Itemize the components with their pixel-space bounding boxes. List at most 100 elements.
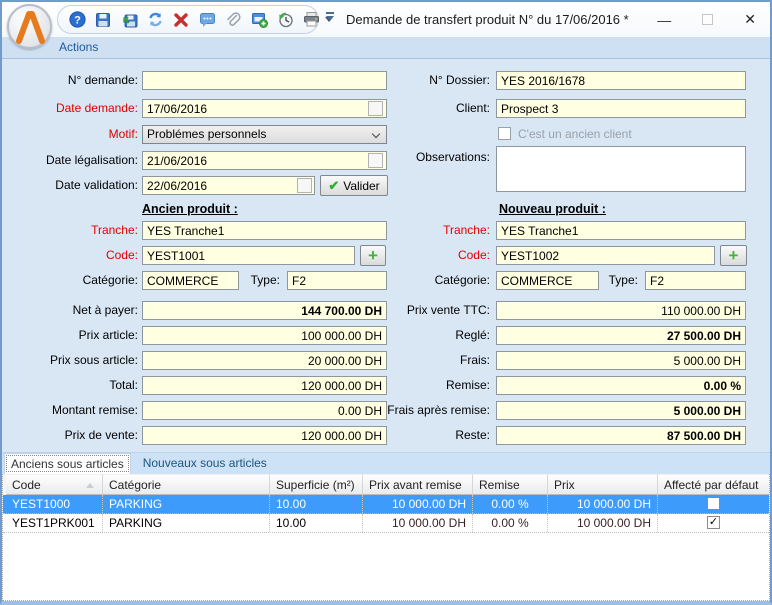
affecte-checkbox[interactable] <box>707 497 720 510</box>
titlebar: ? <box>2 2 770 37</box>
refresh-icon[interactable] <box>146 11 164 29</box>
nouveau-categorie-input[interactable] <box>496 271 599 290</box>
nouveau-type-label: Type: <box>600 271 638 291</box>
montant-remise-field[interactable] <box>142 401 387 420</box>
nouveau-type-input[interactable] <box>645 271 746 290</box>
sub-articles-grid: Code Catégorie Superficie (m²) Prix avan… <box>2 474 770 601</box>
nouveau-tranche-input[interactable] <box>496 221 746 240</box>
ancien-categorie-input[interactable] <box>142 271 239 290</box>
column-header-categorie[interactable]: Catégorie <box>103 474 270 495</box>
nouveau-categorie-label: Catégorie: <box>358 271 490 291</box>
save-as-icon[interactable] <box>120 11 138 29</box>
nouveau-add-button[interactable]: + <box>720 245 747 266</box>
date-demande-input[interactable] <box>142 99 387 118</box>
observations-label: Observations: <box>358 148 490 168</box>
client-label: Client: <box>358 99 490 119</box>
remise-field[interactable] <box>496 376 746 395</box>
app-window: ? <box>0 0 772 605</box>
frais-apres-remise-field[interactable] <box>496 401 746 420</box>
n-dossier-input[interactable] <box>496 71 746 90</box>
date-demande-label: Date demande: <box>6 99 138 119</box>
net-a-payer-label: Net à payer: <box>6 301 138 321</box>
column-header-superficie[interactable]: Superficie (m²) <box>270 474 363 495</box>
ancien-tranche-input[interactable] <box>142 221 387 240</box>
nouveau-code-label: Code: <box>358 246 490 266</box>
date-validation-input[interactable] <box>142 176 315 195</box>
minimize-button[interactable]: — <box>657 12 671 28</box>
date-legalisation-input[interactable] <box>142 151 387 170</box>
ancien-client-checkbox[interactable] <box>498 127 511 140</box>
menubar: Actions <box>2 37 770 59</box>
history-icon[interactable] <box>276 11 294 29</box>
client-input[interactable] <box>496 99 746 118</box>
affecte-checkbox-checked[interactable]: ✓ <box>707 516 720 529</box>
sort-ascending-icon <box>86 483 94 488</box>
motif-value: Problémes personnels <box>147 127 266 141</box>
regle-label: Reglé: <box>358 326 490 346</box>
reste-label: Reste: <box>358 426 490 446</box>
sub-articles-tabstrip: Anciens sous articles Nouveaux sous arti… <box>2 452 770 474</box>
table-row[interactable]: YEST1PRK001 PARKING 10.00 10 000.00 DH 0… <box>3 514 769 533</box>
prix-vente-ttc-field[interactable] <box>496 301 746 320</box>
prix-de-vente-field[interactable] <box>142 426 387 445</box>
check-icon: ✔ <box>328 178 339 194</box>
ancien-code-input[interactable] <box>142 246 355 265</box>
window-title: Demande de transfert produit N° du 17/06… <box>346 2 629 37</box>
net-a-payer-field[interactable] <box>142 301 387 320</box>
valider-button[interactable]: ✔ Valider <box>320 175 388 196</box>
cell-superficie[interactable]: 10.00 <box>270 495 363 513</box>
tab-nouveaux-sous-articles[interactable]: Nouveaux sous articles <box>131 452 279 474</box>
cell-prix[interactable]: 10 000.00 DH <box>548 495 658 513</box>
prix-article-field[interactable] <box>142 326 387 345</box>
column-header-code[interactable]: Code <box>6 474 103 495</box>
cell-remise[interactable]: 0.00 % <box>473 495 548 513</box>
n-demande-input[interactable] <box>142 71 387 90</box>
app-logo-orb-icon[interactable] <box>7 4 52 49</box>
column-header-prix[interactable]: Prix <box>548 474 658 495</box>
nouveau-code-input[interactable] <box>496 246 715 265</box>
reste-field[interactable] <box>496 426 746 445</box>
prix-article-label: Prix article: <box>6 326 138 346</box>
maximize-button[interactable] <box>702 14 713 25</box>
n-demande-label: N° demande: <box>6 71 138 91</box>
frais-field[interactable] <box>496 351 746 370</box>
cell-prix-avant-remise[interactable]: 10 000.00 DH <box>363 514 473 532</box>
attachment-icon[interactable] <box>224 11 242 29</box>
cell-code[interactable]: YEST1000 <box>6 495 103 513</box>
column-header-affecte-par-defaut[interactable]: Affecté par défaut <box>658 474 769 495</box>
table-row[interactable]: YEST1000 PARKING 10.00 10 000.00 DH 0.00… <box>3 495 769 514</box>
cell-remise[interactable]: 0.00 % <box>473 514 548 532</box>
cell-prix[interactable]: 10 000.00 DH <box>548 514 658 532</box>
column-header-remise[interactable]: Remise <box>473 474 548 495</box>
cell-categorie[interactable]: PARKING <box>103 495 270 513</box>
frais-apres-remise-label: Frais après remise: <box>358 401 490 421</box>
nouveau-produit-header: Nouveau produit : <box>499 202 606 216</box>
cell-superficie[interactable]: 10.00 <box>270 514 363 532</box>
delete-icon[interactable] <box>172 11 190 29</box>
observations-textarea[interactable] <box>496 146 746 192</box>
date-validation-label: Date validation: <box>6 176 138 196</box>
frais-label: Frais: <box>358 351 490 371</box>
ancien-client-label: C'est un ancien client <box>518 125 632 145</box>
menu-actions[interactable]: Actions <box>59 40 98 54</box>
motif-dropdown[interactable]: Problémes personnels <box>142 125 387 144</box>
chevron-down-icon <box>372 130 380 138</box>
help-icon[interactable]: ? <box>68 11 86 29</box>
close-button[interactable]: ✕ <box>744 11 756 28</box>
add-window-icon[interactable] <box>250 11 268 29</box>
comment-icon[interactable] <box>198 11 216 29</box>
cell-code[interactable]: YEST1PRK001 <box>6 514 103 532</box>
save-icon[interactable] <box>94 11 112 29</box>
date-validation-picker-button[interactable] <box>297 178 312 193</box>
print-icon[interactable] <box>302 11 320 29</box>
tab-anciens-sous-articles[interactable]: Anciens sous articles <box>4 453 131 474</box>
prix-sous-article-field[interactable] <box>142 351 387 370</box>
cell-categorie[interactable]: PARKING <box>103 514 270 532</box>
cell-affecte <box>658 495 769 513</box>
toolbar-overflow-button[interactable] <box>324 12 336 26</box>
regle-field[interactable] <box>496 326 746 345</box>
column-header-prix-avant-remise[interactable]: Prix avant remise <box>363 474 473 495</box>
cell-prix-avant-remise[interactable]: 10 000.00 DH <box>363 495 473 513</box>
ancien-code-label: Code: <box>6 246 138 266</box>
total-field[interactable] <box>142 376 387 395</box>
